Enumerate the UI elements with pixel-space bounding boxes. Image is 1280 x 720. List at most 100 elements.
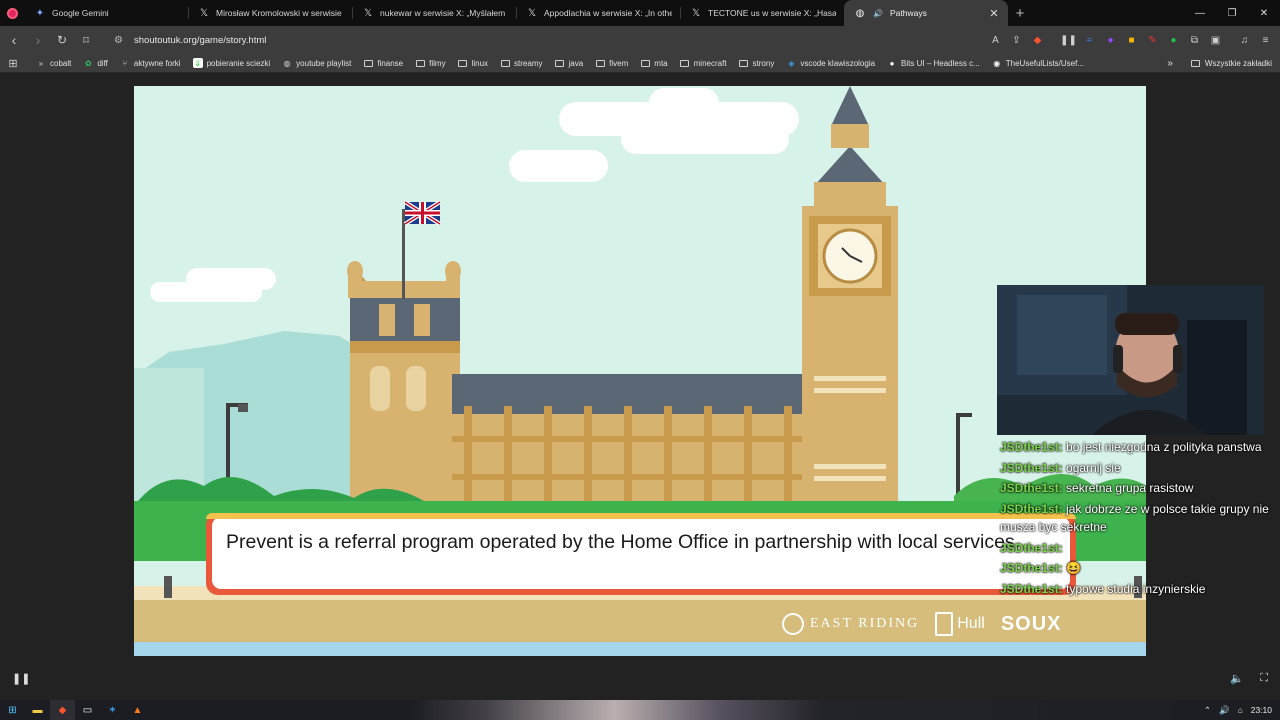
x-logo-icon: 𝕏 xyxy=(527,7,537,19)
browser-toolbar: ‹ › ↻ ⌑ ⚙ shoutoutuk.org/game/story.html… xyxy=(0,26,1280,54)
red-extension-icon[interactable]: ✎ xyxy=(1144,29,1161,51)
yellow-extension-icon[interactable]: ■ xyxy=(1123,29,1140,51)
restore-icon[interactable]: ❐ xyxy=(1216,0,1248,26)
bookmark-item[interactable]: ✿ diff xyxy=(83,58,108,68)
game-canvas[interactable]: Prevent is a referral program operated b… xyxy=(134,86,1146,656)
sponsor-logos: EAST RIDING Hull SOUX xyxy=(782,612,1062,636)
chevron-up-icon[interactable]: ⌃ xyxy=(1204,705,1211,716)
media-icon[interactable]: ♫ xyxy=(1236,29,1253,51)
bookmark-folder[interactable]: filmy xyxy=(415,58,446,68)
tab-0[interactable]: ✦ Google Gemini xyxy=(24,0,188,26)
volume-icon[interactable]: 🔈 xyxy=(1230,672,1244,685)
fullscreen-icon[interactable]: ⛶ xyxy=(1260,672,1268,685)
tab-3[interactable]: 𝕏 Appodlachia w serwisie X: „In other c.… xyxy=(516,0,680,26)
tab-5-active[interactable]: ◍ 🔊 Pathways ✕ xyxy=(844,0,1008,26)
tab-title: TECTONE us w serwisie X: „Hasan sho... xyxy=(708,8,836,18)
file-explorer-icon[interactable]: ▬ xyxy=(25,700,50,720)
folder-icon xyxy=(458,58,468,68)
chat-text: ogarnij sie xyxy=(1066,460,1121,475)
bookmark-folder[interactable]: finanse xyxy=(363,58,403,68)
apps-grid-icon[interactable]: ⊞ xyxy=(8,58,18,70)
globe-icon: ◍ xyxy=(855,7,865,19)
bookmark-item[interactable]: ⇓ pobieranie sciezki xyxy=(192,58,270,68)
url-text: shoutoutuk.org/game/story.html xyxy=(134,34,267,46)
sidebar-icon[interactable]: ▣ xyxy=(1207,29,1224,51)
twitch-extension-icon[interactable]: ● xyxy=(1102,29,1119,51)
address-bar[interactable]: ⚙ shoutoutuk.org/game/story.html xyxy=(106,29,1006,51)
vscode-taskbar-icon[interactable]: ✶ xyxy=(100,700,125,720)
bookmark-button[interactable]: ⌑ xyxy=(76,29,96,51)
chevron-right-icon[interactable]: » xyxy=(1167,58,1173,69)
close-window-icon[interactable]: ✕ xyxy=(1248,0,1280,26)
bookmark-folder[interactable]: minecraft xyxy=(680,58,727,68)
hull-logo: Hull xyxy=(935,612,985,636)
brave-shield-icon[interactable]: ◆ xyxy=(1029,29,1046,51)
extensions-icon[interactable]: ⧉ xyxy=(1186,29,1203,51)
folder-icon xyxy=(1191,58,1201,68)
fork-icon: ⑂ xyxy=(122,58,128,68)
gemini-icon: ✦ xyxy=(35,7,45,19)
site-info-icon[interactable]: ⚙ xyxy=(114,35,128,46)
back-button[interactable]: ‹ xyxy=(4,29,24,51)
minimize-icon[interactable]: — xyxy=(1184,0,1216,26)
bookmark-item[interactable]: » cobalt xyxy=(36,58,72,68)
dialog-box[interactable]: Prevent is a referral program operated b… xyxy=(206,513,1076,595)
browser-logo-icon[interactable] xyxy=(0,0,24,26)
chat-username: JSDthe1st: xyxy=(1000,540,1063,555)
network-icon[interactable]: ⌂ xyxy=(1238,705,1243,715)
east-riding-text: EAST RIDING xyxy=(810,616,920,631)
chat-text: typowe studia inzynierskie xyxy=(1066,581,1206,596)
menu-icon[interactable]: ≡ xyxy=(1257,29,1274,51)
cobalt-icon: » xyxy=(38,58,44,68)
bookmark-folder[interactable]: java xyxy=(554,58,583,68)
bookmark-label: TheUsefulLists/Usef... xyxy=(1005,58,1084,68)
new-tab-button[interactable]: + xyxy=(1008,0,1032,26)
bookmark-label: streamy xyxy=(514,58,543,68)
start-icon[interactable]: ⊞ xyxy=(0,700,25,720)
close-tab-icon[interactable]: ✕ xyxy=(988,7,1000,20)
folder-icon xyxy=(680,58,690,68)
all-bookmarks-button[interactable]: Wszystkie zakładki xyxy=(1205,59,1272,68)
tab-strip: ✦ Google Gemini 𝕏 Mirosław Kromolowski w… xyxy=(0,0,1280,26)
folder-icon xyxy=(640,58,650,68)
forward-button[interactable]: › xyxy=(28,29,48,51)
clock-text[interactable]: 23:10 xyxy=(1251,705,1272,715)
pause-icon[interactable]: ❚❚ xyxy=(12,672,30,685)
bookmark-folder[interactable]: fivem xyxy=(595,58,628,68)
bookmark-item[interactable]: ◈ vscode klawiszologia xyxy=(786,58,875,68)
bookmark-folder[interactable]: strony xyxy=(739,58,774,68)
chat-text: sekretna grupa rasistow xyxy=(1066,481,1194,495)
player-controls: ❚❚ 🔈 ⛶ xyxy=(0,662,1280,694)
folder-icon xyxy=(739,58,749,68)
brave-browser-icon[interactable]: ◆ xyxy=(50,700,75,720)
reload-button[interactable]: ↻ xyxy=(52,29,72,51)
tab-2[interactable]: 𝕏 nukewar w serwisie X: „Myślałem że t..… xyxy=(352,0,516,26)
folder-icon xyxy=(595,58,605,68)
globe-icon: ◍ xyxy=(283,58,291,68)
webcam-overlay xyxy=(997,285,1264,435)
app-taskbar-icon[interactable]: ▲ xyxy=(125,700,150,720)
pause-extension-icon[interactable]: ❚❚ xyxy=(1060,29,1077,51)
bookmark-label: fivem xyxy=(609,58,629,68)
x-logo-icon: 𝕏 xyxy=(363,7,373,19)
bookmark-item[interactable]: ⑂ aktywne forki xyxy=(120,58,180,68)
wave-extension-icon[interactable]: ≈ xyxy=(1081,29,1098,51)
bookmark-folder[interactable]: streamy xyxy=(500,58,542,68)
bookmark-folder[interactable]: linux xyxy=(458,58,488,68)
green-extension-icon[interactable]: ● xyxy=(1165,29,1182,51)
bookmark-item[interactable]: ◉ TheUsefulLists/Usef... xyxy=(992,58,1084,68)
bookmark-item[interactable]: ◍ youtube playlist xyxy=(282,58,352,68)
tab-1[interactable]: 𝕏 Mirosław Kromolowski w serwisie X: ... xyxy=(188,0,352,26)
speaker-icon[interactable]: 🔊 xyxy=(872,7,884,19)
share-icon[interactable]: ⇪ xyxy=(1008,29,1025,51)
volume-tray-icon[interactable]: 🔊 xyxy=(1219,705,1230,716)
download-icon: ⇓ xyxy=(192,58,203,68)
terminal-icon[interactable]: ▭ xyxy=(75,700,100,720)
folder-icon xyxy=(363,58,373,68)
bookmark-item[interactable]: ● Bits UI – Headless c... xyxy=(887,58,980,68)
tab-4[interactable]: 𝕏 TECTONE us w serwisie X: „Hasan sho... xyxy=(680,0,844,26)
clouds xyxy=(150,88,799,302)
bookmark-folder[interactable]: mta xyxy=(640,58,668,68)
translate-icon[interactable]: A xyxy=(987,29,1004,51)
chat-text: 😆 xyxy=(1066,561,1081,575)
